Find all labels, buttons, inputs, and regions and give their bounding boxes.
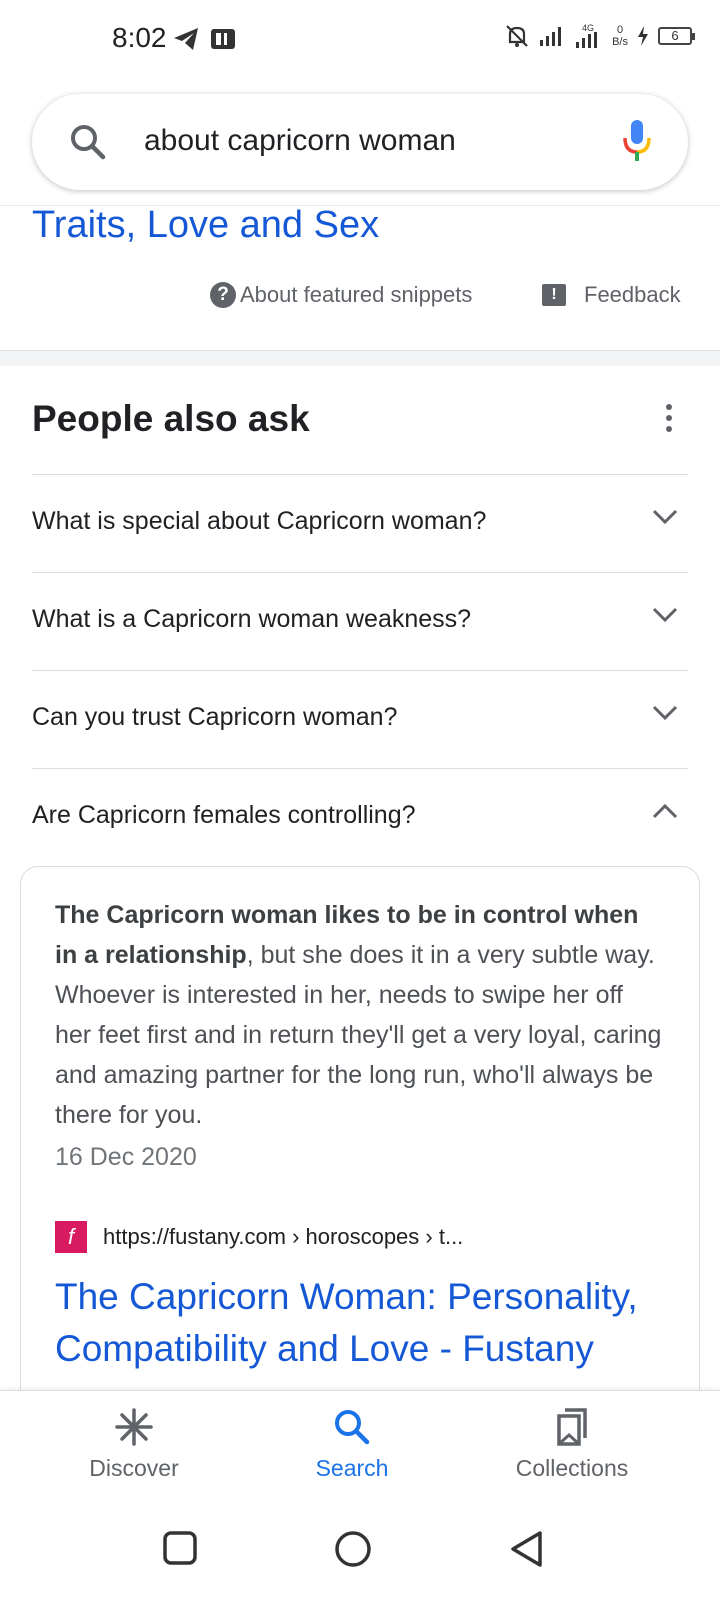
paa-answer-card: The Capricorn woman likes to be in contr… (20, 866, 700, 1426)
chevron-down-icon (652, 607, 678, 623)
status-bar: 8:02 4G 0 B/s 6 (0, 0, 720, 80)
paa-question-text: What is a Capricorn woman weakness? (32, 605, 472, 633)
search-header: about capricorn woman (0, 80, 720, 206)
nav-discover-label: Discover (89, 1455, 179, 1481)
app-notification-icon (211, 29, 235, 49)
search-icon[interactable] (68, 122, 108, 162)
people-also-ask-list: What is special about Capricorn woman? W… (32, 474, 688, 866)
paa-question-text: Can you trust Capricorn woman? (32, 703, 398, 731)
asterisk-icon (115, 1408, 153, 1446)
back-triangle-icon[interactable] (508, 1530, 544, 1568)
nav-collections-label: Collections (515, 1455, 629, 1481)
status-time: 8:02 (112, 22, 167, 53)
featured-snippet-title[interactable]: Traits, Love and Sex (32, 204, 379, 247)
nav-collections[interactable]: Collections (482, 1407, 662, 1482)
home-circle-icon[interactable] (334, 1530, 372, 1568)
charging-icon (638, 26, 648, 46)
net-speed-unit: B/s (612, 36, 628, 48)
about-snippets-label: About featured snippets (240, 282, 473, 307)
paa-question-text: Are Capricorn females controlling? (32, 801, 416, 829)
net-speed-value: 0 (616, 24, 624, 36)
chevron-up-icon (652, 803, 678, 819)
system-status-icons: 4G 0 B/s 6 (504, 22, 695, 50)
recents-square-icon[interactable] (162, 1530, 198, 1566)
section-divider (0, 350, 720, 366)
nav-search[interactable]: Search (262, 1407, 442, 1482)
answer-body: , but she does it in a very subtle way. … (55, 941, 662, 1129)
source-url[interactable]: https://fustany.com › horoscopes › t... (103, 1224, 463, 1250)
collections-icon (557, 1408, 587, 1446)
feedback-button[interactable]: ! Feedback (542, 282, 681, 308)
feedback-label: Feedback (584, 282, 681, 307)
paa-question[interactable]: What is special about Capricorn woman? (32, 474, 688, 572)
search-input[interactable]: about capricorn woman (144, 124, 456, 158)
paa-question[interactable]: What is a Capricorn woman weakness? (32, 572, 688, 670)
nav-search-label: Search (315, 1455, 389, 1481)
paa-question-text: What is special about Capricorn woman? (32, 507, 487, 535)
source-row[interactable]: f https://fustany.com › horoscopes › t..… (55, 1221, 463, 1253)
chevron-down-icon (652, 509, 678, 525)
svg-text:4G: 4G (582, 23, 594, 33)
help-icon: ? (210, 282, 236, 308)
nav-discover[interactable]: Discover (44, 1407, 224, 1482)
search-box[interactable]: about capricorn woman (32, 94, 688, 190)
system-navigation-bar (0, 1500, 720, 1600)
network-speed: 0 B/s (612, 24, 628, 48)
feedback-icon: ! (542, 284, 566, 306)
signal-icon (540, 27, 562, 46)
result-title-link[interactable]: The Capricorn Woman: Personality, Compat… (55, 1271, 675, 1407)
about-featured-snippets-link[interactable]: ? About featured snippets (210, 282, 472, 308)
chevron-down-icon (652, 705, 678, 721)
mute-bell-icon (506, 25, 528, 47)
battery-icon: 6 (658, 27, 695, 45)
answer-text: The Capricorn woman likes to be in contr… (55, 895, 665, 1135)
people-also-ask-title: People also ask (32, 398, 310, 439)
paa-question[interactable]: Can you trust Capricorn woman? (32, 670, 688, 768)
telegram-icon (174, 28, 198, 50)
battery-level: 6 (671, 28, 679, 43)
mic-icon[interactable] (622, 118, 652, 164)
more-options-icon[interactable] (666, 404, 674, 437)
paa-question-expanded[interactable]: Are Capricorn females controlling? (32, 768, 688, 866)
snippet-meta: ? About featured snippets ! Feedback (0, 276, 720, 320)
signal-4g-icon: 4G (576, 23, 598, 48)
fustany-favicon-icon: f (55, 1221, 87, 1253)
bottom-nav: Discover Search Collections (0, 1390, 720, 1500)
notification-icons (172, 26, 236, 52)
answer-date: 16 Dec 2020 (55, 1143, 197, 1171)
search-icon (335, 1410, 370, 1445)
